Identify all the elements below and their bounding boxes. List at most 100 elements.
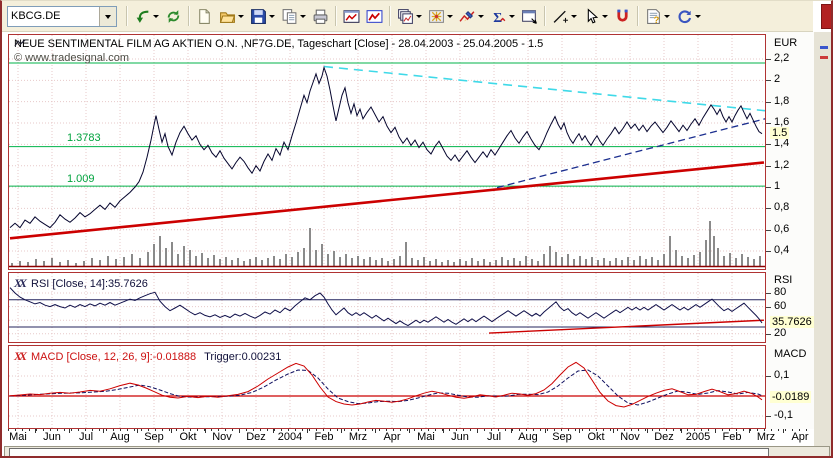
- chart-window-red-icon: [343, 8, 360, 25]
- month-label: Dez: [246, 431, 266, 443]
- macd-axis-tick-label: 0,1: [774, 369, 790, 381]
- month-label: Apr: [383, 431, 401, 443]
- month-label: Nov: [212, 431, 232, 443]
- price-axis-tick-label: 1,8: [774, 94, 790, 107]
- open-folder-icon: [219, 8, 236, 25]
- axis-tick: [766, 333, 771, 335]
- chart-window-red-button[interactable]: [340, 2, 363, 30]
- indicator-pen-button[interactable]: [456, 2, 487, 30]
- chevron-down-icon: [571, 15, 577, 21]
- strip-blue-mark: [820, 46, 828, 49]
- refresh-green-icon: [165, 8, 182, 25]
- month-label: Mrz: [756, 431, 776, 443]
- horizontal-scrollbar[interactable]: [4, 446, 830, 456]
- axis-tick: [766, 229, 771, 231]
- month-label: Sep: [144, 431, 164, 443]
- chart-layers-icon: [397, 8, 414, 25]
- apply-green-arrow-icon: [134, 8, 151, 25]
- save-floppy-button[interactable]: [247, 2, 278, 30]
- price-axis-tick-label: 1: [774, 180, 781, 193]
- value-axis-gutter: EUR 2,2 2 1,8 1,6 1,4 1,2 1 0,8 0,6 0,4 1.5 RSI 80 60 2…: [766, 32, 814, 445]
- month-label: Mrz: [348, 431, 368, 443]
- properties-window-button[interactable]: [518, 2, 541, 30]
- month-label: Nov: [620, 431, 640, 443]
- copy-pages-button[interactable]: [278, 2, 309, 30]
- chart-layers-button[interactable]: [394, 2, 425, 30]
- axis-tick: [766, 251, 771, 253]
- price-chart-panel: NEUE SENTIMENTAL FILM AG AKTIEN O.N. ,NF…: [8, 34, 766, 270]
- macd-panel: XX MACD [Close, 12, 26, 9]:-0.01888 Trig…: [8, 345, 766, 429]
- rsi-panel-title-row: XX RSI [Close, 14]:35.7626: [14, 276, 148, 291]
- month-label: Okt: [587, 431, 605, 443]
- support-level-label-1: 1.3783: [67, 132, 101, 144]
- open-folder-button[interactable]: [216, 2, 247, 30]
- month-label: 2004: [277, 431, 303, 443]
- draw-line-button[interactable]: [549, 2, 580, 30]
- script-note-icon: ?: [645, 8, 662, 25]
- axis-tick: [766, 293, 771, 294]
- pointer-cursor-icon: [583, 7, 600, 25]
- refresh-green-button[interactable]: [162, 2, 185, 30]
- magnet-button[interactable]: [611, 2, 634, 30]
- copy-pages-icon: [281, 8, 298, 25]
- macd-axis-title: MACD: [774, 348, 807, 360]
- chevron-down-icon: [664, 15, 670, 21]
- time-axis: Mai Jun Jul Aug Sep Okt Nov Dez 2004 Feb Mrz Apr Mai…: [2, 429, 814, 445]
- chart-style-icon: [428, 8, 445, 25]
- chevron-down-icon: [602, 15, 608, 21]
- tradesignal-chart-window: Σ? NEUE SENTIMENTAL FILM AG AKTIEN O.N. …: [0, 0, 833, 458]
- price-panel-title-row: NEUE SENTIMENTAL FILM AG AKTIEN O.N. ,NF…: [14, 38, 543, 50]
- print-button[interactable]: [309, 2, 332, 30]
- price-axis-tick-label: 1,2: [774, 158, 790, 171]
- reload-blue-button[interactable]: [673, 2, 704, 30]
- symbol-combobox[interactable]: [7, 5, 117, 27]
- month-label: 2005: [685, 431, 711, 443]
- rsi-axis-tick-label: 60: [774, 299, 787, 312]
- properties-window-icon: [521, 8, 538, 25]
- macd-value-badge: -0.0189: [770, 391, 812, 403]
- price-axis-tick-label: 2: [774, 73, 781, 86]
- indicator-xx-icon: XX: [14, 276, 27, 290]
- watermark: © www.tradesignal.com: [14, 52, 130, 64]
- month-label: Sep: [552, 431, 572, 443]
- axis-tick: [766, 123, 771, 125]
- chart-title: NEUE SENTIMENTAL FILM AG AKTIEN O.N. ,NF…: [14, 38, 544, 50]
- toolbar-separator: [389, 6, 391, 26]
- toolbar-separator: [335, 6, 337, 26]
- axis-tick: [766, 101, 771, 103]
- rsi-value-badge: 35.7626: [770, 316, 814, 328]
- month-label: Dez: [654, 431, 674, 443]
- month-label: Aug: [518, 431, 538, 443]
- axis-tick: [766, 416, 771, 417]
- magnet-icon: [614, 8, 631, 25]
- pointer-cursor-button[interactable]: [580, 2, 611, 30]
- symbol-input[interactable]: [8, 6, 99, 26]
- svg-text:?: ?: [654, 14, 660, 24]
- rsi-axis-tick-label: 80: [774, 286, 787, 298]
- chevron-down-icon: [238, 15, 244, 21]
- axis-tick: [766, 376, 771, 377]
- chart-window-blue-button[interactable]: [363, 2, 386, 30]
- combobox-dropdown-button[interactable]: [99, 6, 116, 26]
- chart-style-button[interactable]: [425, 2, 456, 30]
- chevron-down-icon: [105, 14, 111, 22]
- right-edge-strip: [814, 32, 831, 456]
- axis-tick: [766, 165, 771, 167]
- indicator-pen-icon: [459, 8, 476, 25]
- line-chart-icon: [14, 39, 26, 47]
- price-axis-tick-label: 0,8: [774, 201, 790, 214]
- rsi-axis-tick-label: 20: [774, 326, 787, 339]
- script-note-button[interactable]: ?: [642, 2, 673, 30]
- apply-green-arrow-button[interactable]: [131, 2, 162, 30]
- support-level-label-2: 1.009: [67, 173, 95, 185]
- axis-tick: [766, 59, 771, 60]
- scrollbar-thumb[interactable]: [9, 448, 769, 456]
- toolbar-separator: [188, 6, 190, 26]
- macd-axis-tick-label: -0,1: [774, 409, 793, 421]
- new-document-button[interactable]: [193, 2, 216, 30]
- macd-panel-title-row: XX MACD [Close, 12, 26, 9]:-0.01888 Trig…: [14, 349, 281, 364]
- axis-tick: [766, 208, 771, 210]
- window-edge-red-control[interactable]: [821, 4, 831, 29]
- month-label: Okt: [179, 431, 197, 443]
- formula-sigma-button[interactable]: Σ: [487, 2, 518, 30]
